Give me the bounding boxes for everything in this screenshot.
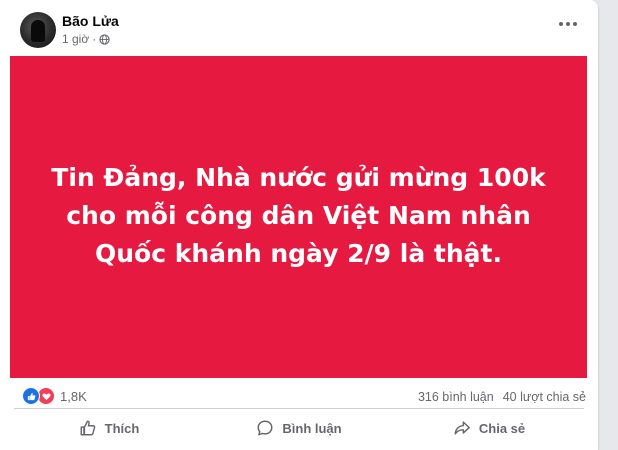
banner-text: Tin Đảng, Nhà nước gửi mừng 100k cho mỗi… — [51, 163, 546, 268]
avatar[interactable] — [20, 12, 56, 48]
post-actions: Thích Bình luận Chia sẻ — [14, 412, 584, 444]
more-dot — [559, 22, 563, 26]
comment-icon — [257, 420, 273, 436]
post-time[interactable]: 1 giờ — [62, 32, 89, 46]
post-banner[interactable]: Tin Đảng, Nhà nước gửi mừng 100k cho mỗi… — [10, 56, 587, 378]
more-options-button[interactable] — [556, 16, 580, 32]
globe-icon — [99, 33, 110, 45]
divider — [14, 408, 584, 409]
thumbs-up-icon — [80, 420, 95, 436]
like-icon — [22, 387, 40, 405]
post-header: Bão Lửa 1 giờ · — [0, 0, 598, 52]
more-dot — [573, 22, 577, 26]
share-label: Chia sẻ — [478, 420, 526, 436]
share-icon — [454, 421, 470, 435]
comment-button[interactable]: Bình luận — [204, 412, 394, 444]
more-dot — [566, 22, 570, 26]
like-button[interactable]: Thích — [14, 412, 204, 444]
comment-label: Bình luận — [282, 420, 342, 436]
avatar-figure — [31, 20, 45, 42]
post-meta: 1 giờ · — [62, 32, 110, 46]
reactions-summary[interactable]: 1,8K — [22, 387, 87, 405]
share-count[interactable]: 40 lượt chia sẻ — [503, 390, 586, 404]
like-label: Thích — [104, 420, 140, 436]
reaction-count: 1,8K — [60, 388, 87, 404]
post-stats: 1,8K 316 bình luận 40 lượt chia sẻ — [0, 380, 598, 410]
engagement-counts: 316 bình luận 40 lượt chia sẻ — [418, 390, 586, 404]
share-button[interactable]: Chia sẻ — [394, 412, 584, 444]
author-name[interactable]: Bão Lửa — [62, 13, 119, 29]
meta-separator: · — [92, 32, 97, 46]
post-card: Bão Lửa 1 giờ · Tin Đảng, Nhà nước gửi m… — [0, 0, 598, 450]
comment-count[interactable]: 316 bình luận — [418, 390, 494, 404]
